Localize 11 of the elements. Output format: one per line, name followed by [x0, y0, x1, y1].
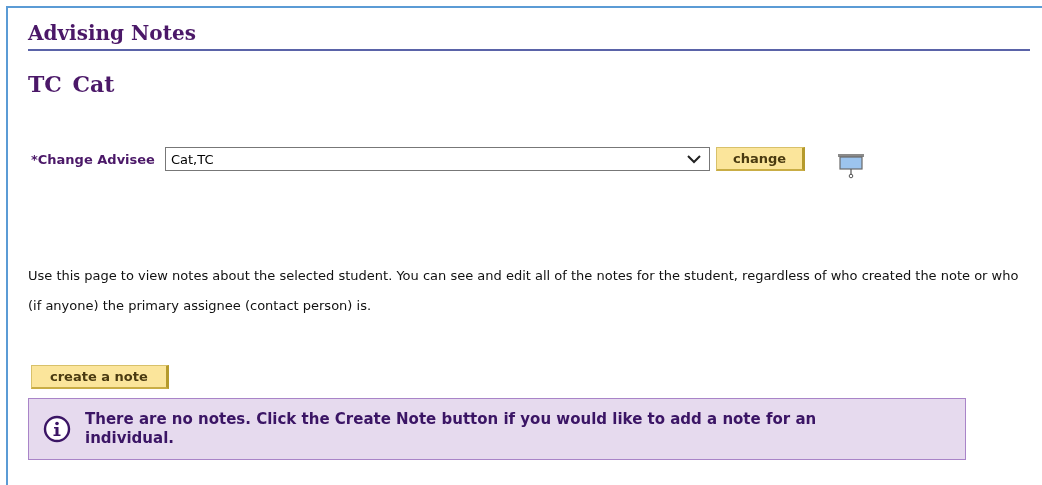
student-name: TC Cat: [28, 71, 116, 97]
projector-screen-icon[interactable]: [837, 151, 866, 179]
chevron-down-icon: [686, 154, 701, 164]
page-title: Advising Notes: [28, 20, 197, 46]
info-icon: [43, 415, 71, 443]
message-text: There are no notes. Click the Create Note button if you would like to add a note for an individual.: [85, 410, 818, 448]
create-note-button[interactable]: create a note: [31, 365, 169, 389]
description-text: Use this page to view notes about the selected student. You can see and edit all of the notes for the student, regardless of who created the note or who (if anyone) the primary assignee (contact person) is.: [28, 267, 1020, 315]
advisee-dropdown[interactable]: Cat,TC: [164, 147, 710, 171]
field-label: *Change Advisee: [31, 151, 155, 167]
change-button[interactable]: change: [715, 147, 806, 171]
